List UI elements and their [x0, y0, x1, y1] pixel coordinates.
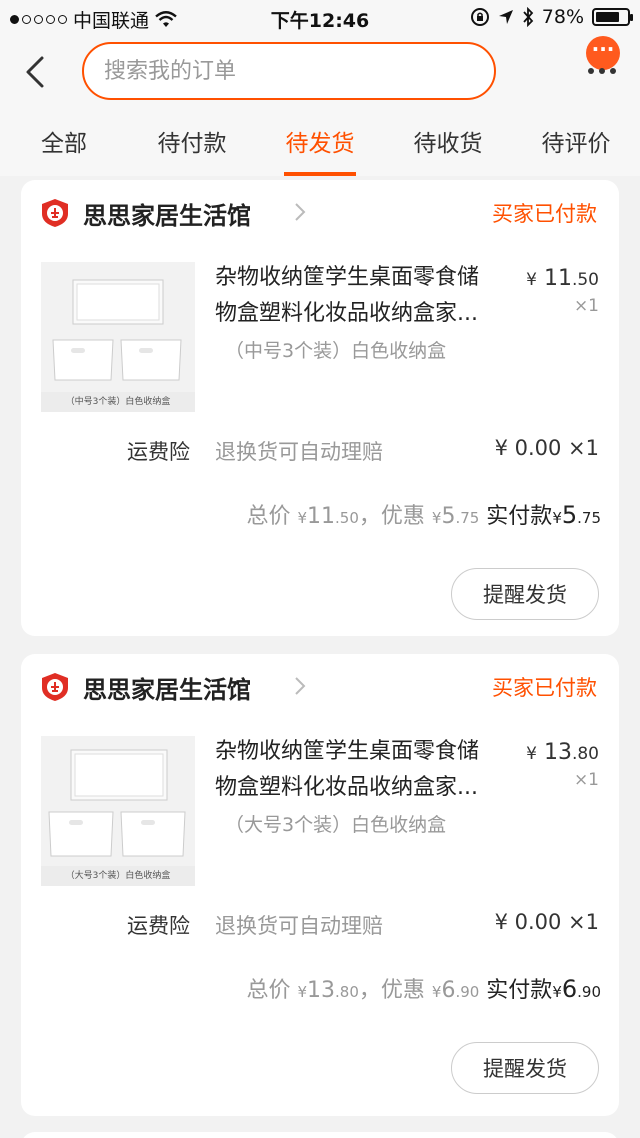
product-title-line-1[interactable]: 杂物收纳筐学生桌面零食储: [215, 734, 515, 770]
discount-label: ，优惠: [358, 504, 425, 529]
product-quantity: ×1: [573, 296, 599, 316]
rotation-lock-icon: [470, 8, 489, 26]
insurance-description: 退换货可自动理赔: [215, 914, 383, 938]
product-thumbnail[interactable]: （大号3个装）白色收纳盒: [41, 736, 195, 886]
price-decimal: .80: [571, 744, 599, 764]
remind-shipment-button[interactable]: 提醒发货: [451, 1042, 599, 1094]
insurance-label: 运费险: [127, 914, 190, 938]
product-title-line-2[interactable]: 物盒塑料化妆品收纳盒家...: [215, 770, 515, 806]
discount-yen: ¥: [431, 983, 442, 1001]
product-title-line-2[interactable]: 物盒塑料化妆品收纳盒家...: [215, 296, 515, 332]
tab-pending-receipt[interactable]: 待收货: [384, 124, 512, 176]
location-icon: [498, 10, 513, 24]
shop-name[interactable]: 思思家居生活馆: [83, 196, 251, 231]
price-integer: 13: [543, 740, 572, 765]
product-title[interactable]: 杂物收纳筐学生桌面零食储 物盒塑料化妆品收纳盒家...: [215, 260, 515, 332]
order-card[interactable]: [21, 1132, 619, 1138]
paid-integer: 5: [561, 501, 578, 529]
search-input[interactable]: [104, 58, 494, 84]
more-button[interactable]: ···: [580, 36, 628, 84]
bluetooth-icon: [523, 7, 534, 27]
currency-symbol: ¥: [526, 270, 537, 290]
total-yen: ¥: [297, 983, 308, 1001]
paid-yen: ¥: [552, 509, 562, 527]
tab-pending-payment[interactable]: 待付款: [128, 124, 256, 176]
discount-decimal: .75: [455, 509, 480, 527]
order-status: 买家已付款: [492, 676, 597, 700]
tab-pending-review[interactable]: 待评价: [512, 124, 640, 176]
discount-label: ，优惠: [358, 978, 425, 1003]
chevron-right-icon[interactable]: [293, 674, 307, 698]
shop-name[interactable]: 思思家居生活馆: [83, 670, 251, 705]
product-price: ¥ 11.50: [526, 266, 599, 291]
order-card[interactable]: 思思家居生活馆 买家已付款 （中号3个装）白色收纳盒 杂物收纳筐学生桌面零食储 …: [21, 180, 619, 636]
battery-fill: [596, 12, 620, 22]
remind-shipment-button[interactable]: 提醒发货: [451, 568, 599, 620]
currency-symbol: ¥: [526, 744, 537, 764]
order-summary: 总价 ¥13.80，优惠 ¥6.90 实付款¥6.90: [246, 972, 601, 1004]
total-decimal: .50: [335, 509, 359, 527]
discount-integer: 5: [441, 504, 456, 529]
total-integer: 11: [307, 504, 336, 529]
header: ··· 全部 待付款 待发货 待收货 待评价: [0, 36, 640, 176]
paid-decimal: .75: [577, 509, 601, 527]
total-label: 总价: [246, 978, 291, 1003]
order-tabs: 全部 待付款 待发货 待收货 待评价: [0, 124, 640, 176]
product-title-line-1[interactable]: 杂物收纳筐学生桌面零食储: [215, 260, 515, 296]
product-quantity: ×1: [573, 770, 599, 790]
tab-all[interactable]: 全部: [0, 124, 128, 176]
status-bar: 中国联通 下午12:46 78%: [0, 0, 640, 36]
total-decimal: .80: [335, 983, 359, 1001]
chevron-right-icon[interactable]: [293, 200, 307, 224]
price-integer: 11: [543, 266, 572, 291]
price-decimal: .50: [571, 270, 599, 290]
total-yen: ¥: [297, 509, 308, 527]
product-title[interactable]: 杂物收纳筐学生桌面零食储 物盒塑料化妆品收纳盒家...: [215, 734, 515, 806]
message-bubble-icon[interactable]: ···: [586, 36, 620, 70]
paid-integer: 6: [561, 975, 578, 1003]
shop-badge-icon: [42, 199, 68, 227]
paid-decimal: .90: [577, 983, 601, 1001]
battery-icon: [592, 8, 633, 26]
total-integer: 13: [307, 978, 336, 1003]
insurance-price: ¥ 0.00 ×1: [494, 436, 599, 460]
total-label: 总价: [246, 504, 291, 529]
order-summary: 总价 ¥11.50，优惠 ¥5.75 实付款¥5.75: [246, 498, 601, 530]
paid-label: 实付款: [486, 978, 553, 1003]
shop-row[interactable]: 思思家居生活馆 买家已付款: [21, 654, 619, 718]
order-status: 买家已付款: [492, 202, 597, 226]
thumbnail-caption: （大号3个装）白色收纳盒: [41, 866, 195, 886]
paid-yen: ¥: [552, 983, 562, 1001]
back-icon[interactable]: [18, 52, 58, 92]
search-box[interactable]: [82, 42, 496, 100]
insurance-description: 退换货可自动理赔: [215, 440, 383, 464]
insurance-label: 运费险: [127, 440, 190, 464]
discount-yen: ¥: [431, 509, 442, 527]
product-thumbnail[interactable]: （中号3个装）白色收纳盒: [41, 262, 195, 412]
thumbnail-caption: （中号3个装）白色收纳盒: [41, 392, 195, 412]
tab-pending-shipment[interactable]: 待发货: [256, 124, 384, 176]
order-card[interactable]: 思思家居生活馆 买家已付款 （大号3个装）白色收纳盒 杂物收纳筐学生桌面零食储 …: [21, 654, 619, 1116]
status-right: 78%: [470, 6, 633, 28]
discount-integer: 6: [441, 978, 456, 1003]
shop-badge-icon: [42, 673, 68, 701]
battery-percent: 78%: [541, 6, 584, 28]
paid-label: 实付款: [486, 504, 553, 529]
product-sku: （大号3个装）白色收纳盒: [225, 814, 447, 836]
product-price: ¥ 13.80: [526, 740, 599, 765]
insurance-price: ¥ 0.00 ×1: [494, 910, 599, 934]
product-sku: （中号3个装）白色收纳盒: [225, 340, 447, 362]
discount-decimal: .90: [455, 983, 480, 1001]
more-dots-icon[interactable]: [588, 68, 616, 74]
shop-row[interactable]: 思思家居生活馆 买家已付款: [21, 180, 619, 244]
